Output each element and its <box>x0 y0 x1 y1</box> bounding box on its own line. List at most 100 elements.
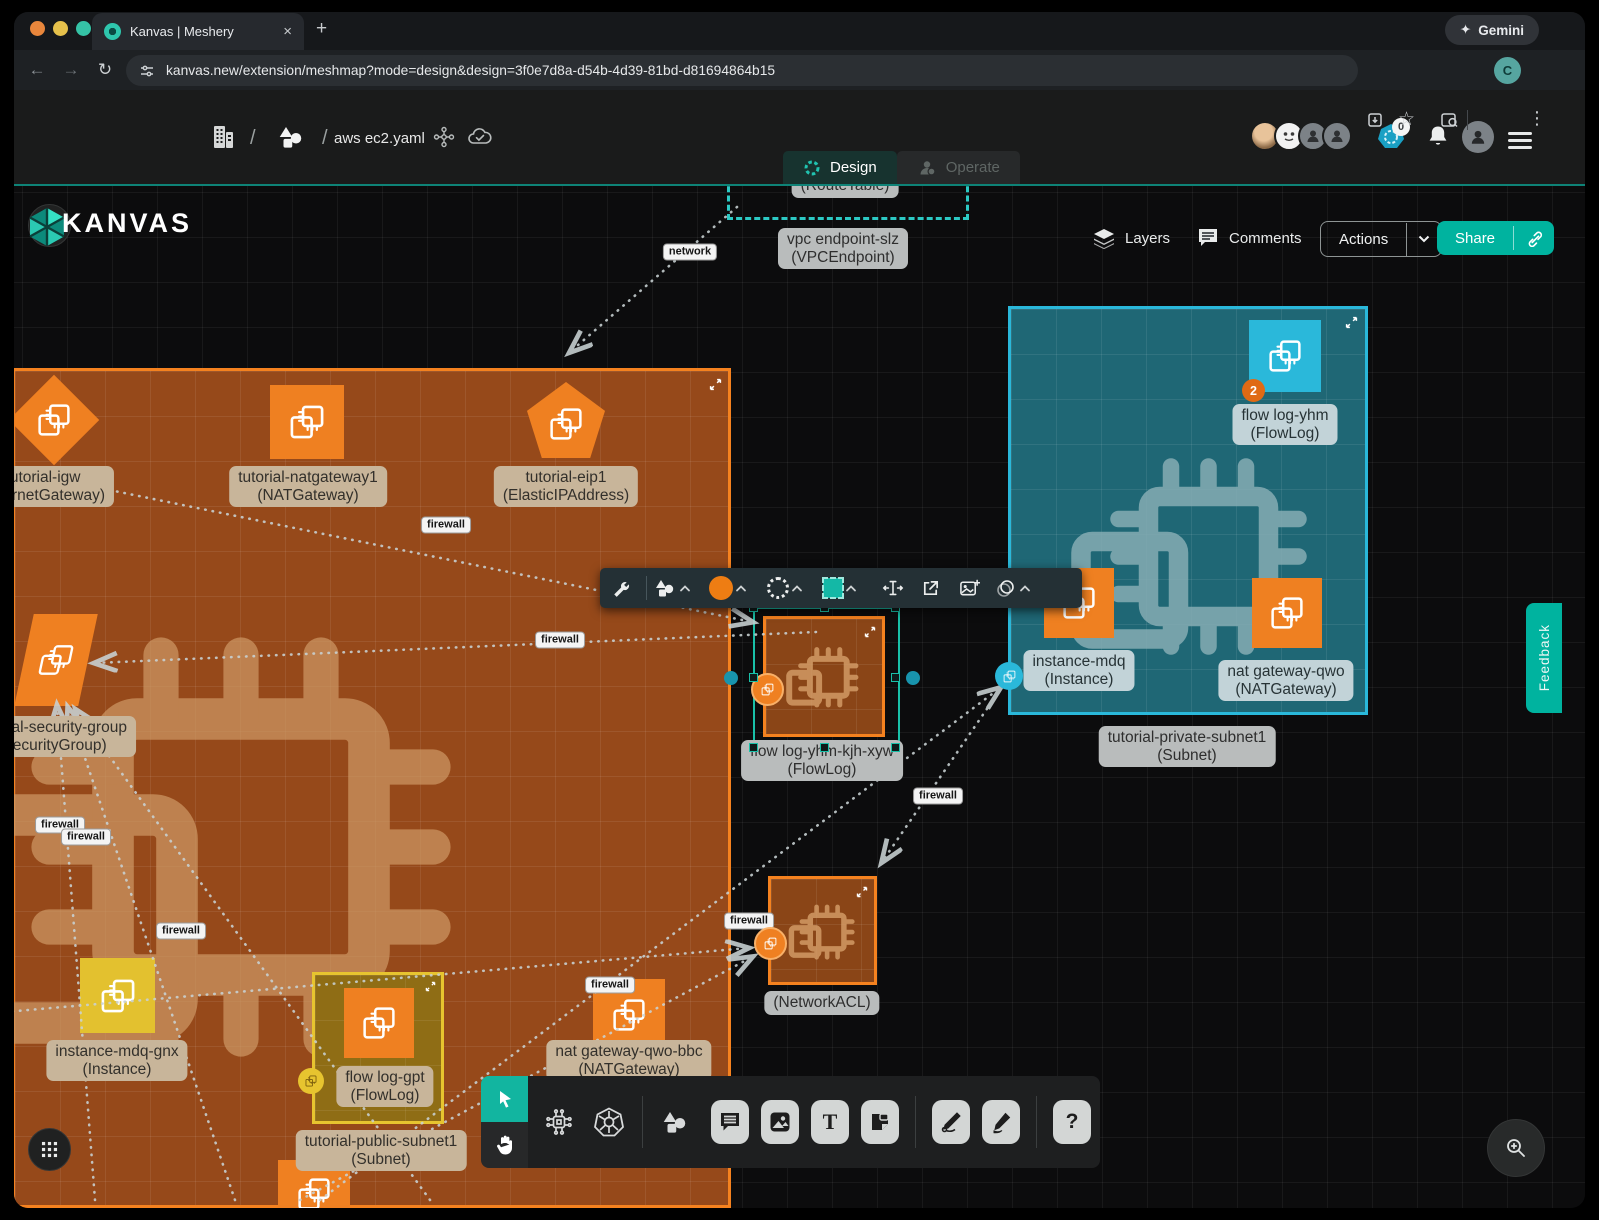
tab-operate[interactable]: Operate <box>897 151 1020 184</box>
site-info-icon[interactable] <box>139 63 155 79</box>
edge-connector[interactable] <box>754 927 787 960</box>
tools-button[interactable] <box>600 568 640 608</box>
meshsync-icon[interactable] <box>432 125 456 149</box>
comments-button[interactable]: Comments <box>1196 221 1302 255</box>
chevron-up-icon[interactable] <box>1019 584 1031 592</box>
forward-button[interactable]: → <box>56 50 86 90</box>
app-menu-icon[interactable] <box>1508 128 1532 153</box>
node-label-instance-mdq[interactable]: instance-mdq(Instance) <box>1023 650 1134 691</box>
line-tool-button[interactable] <box>932 1100 970 1144</box>
save-icon[interactable] <box>1366 111 1384 129</box>
gemini-button[interactable]: ✦ Gemini <box>1445 15 1539 45</box>
expand-icon[interactable] <box>864 626 876 638</box>
pan-tool-button[interactable] <box>481 1122 528 1168</box>
text-tool-button[interactable]: T <box>811 1100 849 1144</box>
edge-label-firewall[interactable]: firewall <box>421 517 471 534</box>
address-bar[interactable]: kanvas.new/extension/meshmap?mode=design… <box>126 55 1358 86</box>
cloud-save-status-icon[interactable] <box>466 125 494 149</box>
share-button[interactable]: Share <box>1437 221 1554 255</box>
workspace-shapes-icon[interactable] <box>276 122 306 152</box>
node-color-button[interactable] <box>823 568 861 608</box>
note-tool-button[interactable] <box>861 1100 899 1144</box>
expand-icon[interactable] <box>856 886 868 898</box>
border-style-button[interactable] <box>767 568 807 608</box>
brand-wordmark[interactable]: KANVAS <box>62 208 192 239</box>
node-flow-log-selected[interactable] <box>763 616 885 737</box>
back-button[interactable]: ← <box>22 50 52 90</box>
node-label-public-subnet[interactable]: tutorial-public-subnet1(Subnet) <box>296 1130 467 1171</box>
new-tab-button[interactable]: + <box>316 18 327 40</box>
node-label-flow-log-yhm[interactable]: flow log-yhm(FlowLog) <box>1233 404 1338 445</box>
node-instance-mdq-gnx[interactable] <box>80 958 155 1033</box>
fill-color-button[interactable] <box>709 568 751 608</box>
components-tool-button[interactable] <box>544 1107 574 1137</box>
layers-button[interactable]: Layers <box>1092 221 1170 255</box>
edge-connector[interactable] <box>995 662 1023 690</box>
shapes-dock-button[interactable] <box>660 1107 690 1137</box>
chevron-up-icon[interactable] <box>791 584 803 592</box>
node-natgateway1[interactable] <box>270 385 344 459</box>
reload-button[interactable]: ↻ <box>90 50 120 90</box>
widgets-grid-button[interactable] <box>28 1128 71 1171</box>
design-file-name[interactable]: aws ec2.yaml <box>334 130 425 147</box>
node-network-acl[interactable] <box>768 876 877 985</box>
image-tool-button[interactable] <box>761 1100 799 1144</box>
edge-connector[interactable] <box>298 1068 324 1094</box>
freehand-tool-button[interactable] <box>982 1100 1020 1144</box>
resize-handle[interactable] <box>820 743 829 752</box>
tab-close-icon[interactable]: × <box>283 23 292 40</box>
node-label-security-group[interactable]: tutorial-security-group(SecurityGroup) <box>14 716 136 757</box>
select-tool-button[interactable] <box>481 1076 528 1122</box>
node-label-igw[interactable]: tutorial-igw(InternetGateway) <box>14 466 114 507</box>
help-button[interactable]: ? <box>1053 1100 1091 1144</box>
node-label-eip1[interactable]: tutorial-eip1(ElasticIPAddress) <box>494 466 638 507</box>
window-minimize-light[interactable] <box>53 21 68 36</box>
expand-icon[interactable] <box>1345 316 1358 329</box>
node-label-vpc-endpoint[interactable]: vpc endpoint-slz(VPCEndpoint) <box>778 228 908 269</box>
tab-search-icon[interactable] <box>1440 111 1459 129</box>
edge-label-firewall[interactable]: firewall <box>535 632 585 649</box>
open-in-new-button[interactable] <box>911 568 949 608</box>
resize-handle[interactable] <box>749 673 758 682</box>
organization-icon[interactable] <box>210 122 236 150</box>
resize-handle[interactable] <box>891 743 900 752</box>
edge-label-firewall[interactable]: firewall <box>156 923 206 940</box>
browser-menu-icon[interactable]: ⋮ <box>1528 108 1546 129</box>
connection-port[interactable] <box>724 671 738 685</box>
node-label-network-acl[interactable]: (NetworkACL) <box>764 991 879 1015</box>
collaborator-avatar[interactable] <box>1322 121 1352 151</box>
expand-icon[interactable] <box>425 981 436 992</box>
kubernetes-tool-button[interactable] <box>593 1106 625 1138</box>
window-close-light[interactable] <box>30 21 45 36</box>
node-label-instance-mdq-gnx[interactable]: instance-mdq-gnx(Instance) <box>46 1040 187 1081</box>
resize-handle[interactable] <box>891 673 900 682</box>
actions-button[interactable]: Actions <box>1320 221 1442 257</box>
edge-label-firewall[interactable]: firewall <box>585 977 635 994</box>
copy-link-icon[interactable] <box>1514 229 1554 247</box>
chevron-up-icon[interactable] <box>845 584 857 592</box>
tab-design[interactable]: Design <box>783 151 897 184</box>
node-nat-gateway-qwo[interactable] <box>1252 578 1322 648</box>
comment-tool-button[interactable] <box>711 1100 749 1144</box>
group-style-button[interactable] <box>995 568 1035 608</box>
shapes-tool-button[interactable] <box>653 568 695 608</box>
chevron-up-icon[interactable] <box>735 584 747 592</box>
add-image-button[interactable] <box>949 568 989 608</box>
chevron-up-icon[interactable] <box>679 584 691 592</box>
edge-label-firewall[interactable]: firewall <box>61 829 111 846</box>
expand-icon[interactable] <box>709 378 722 391</box>
zoom-button[interactable] <box>1487 1119 1545 1177</box>
browser-tab[interactable]: Kanvas | Meshery × <box>92 13 304 50</box>
window-zoom-light[interactable] <box>76 21 91 36</box>
resize-handle[interactable] <box>749 743 758 752</box>
edge-label-network[interactable]: network <box>663 244 717 261</box>
kanvas-logo-icon[interactable] <box>28 207 66 247</box>
edge-label-firewall[interactable]: firewall <box>913 788 963 805</box>
rename-button[interactable] <box>875 568 911 608</box>
bookmark-star-icon[interactable]: ☆ <box>1398 108 1415 131</box>
browser-profile-avatar[interactable]: C <box>1494 57 1521 84</box>
node-flow-log-gpt[interactable] <box>344 988 414 1058</box>
node-label-private-subnet[interactable]: tutorial-private-subnet1(Subnet) <box>1099 726 1276 767</box>
connection-port[interactable] <box>906 671 920 685</box>
node-label-flow-log-gpt[interactable]: flow log-gpt(FlowLog) <box>336 1066 433 1107</box>
